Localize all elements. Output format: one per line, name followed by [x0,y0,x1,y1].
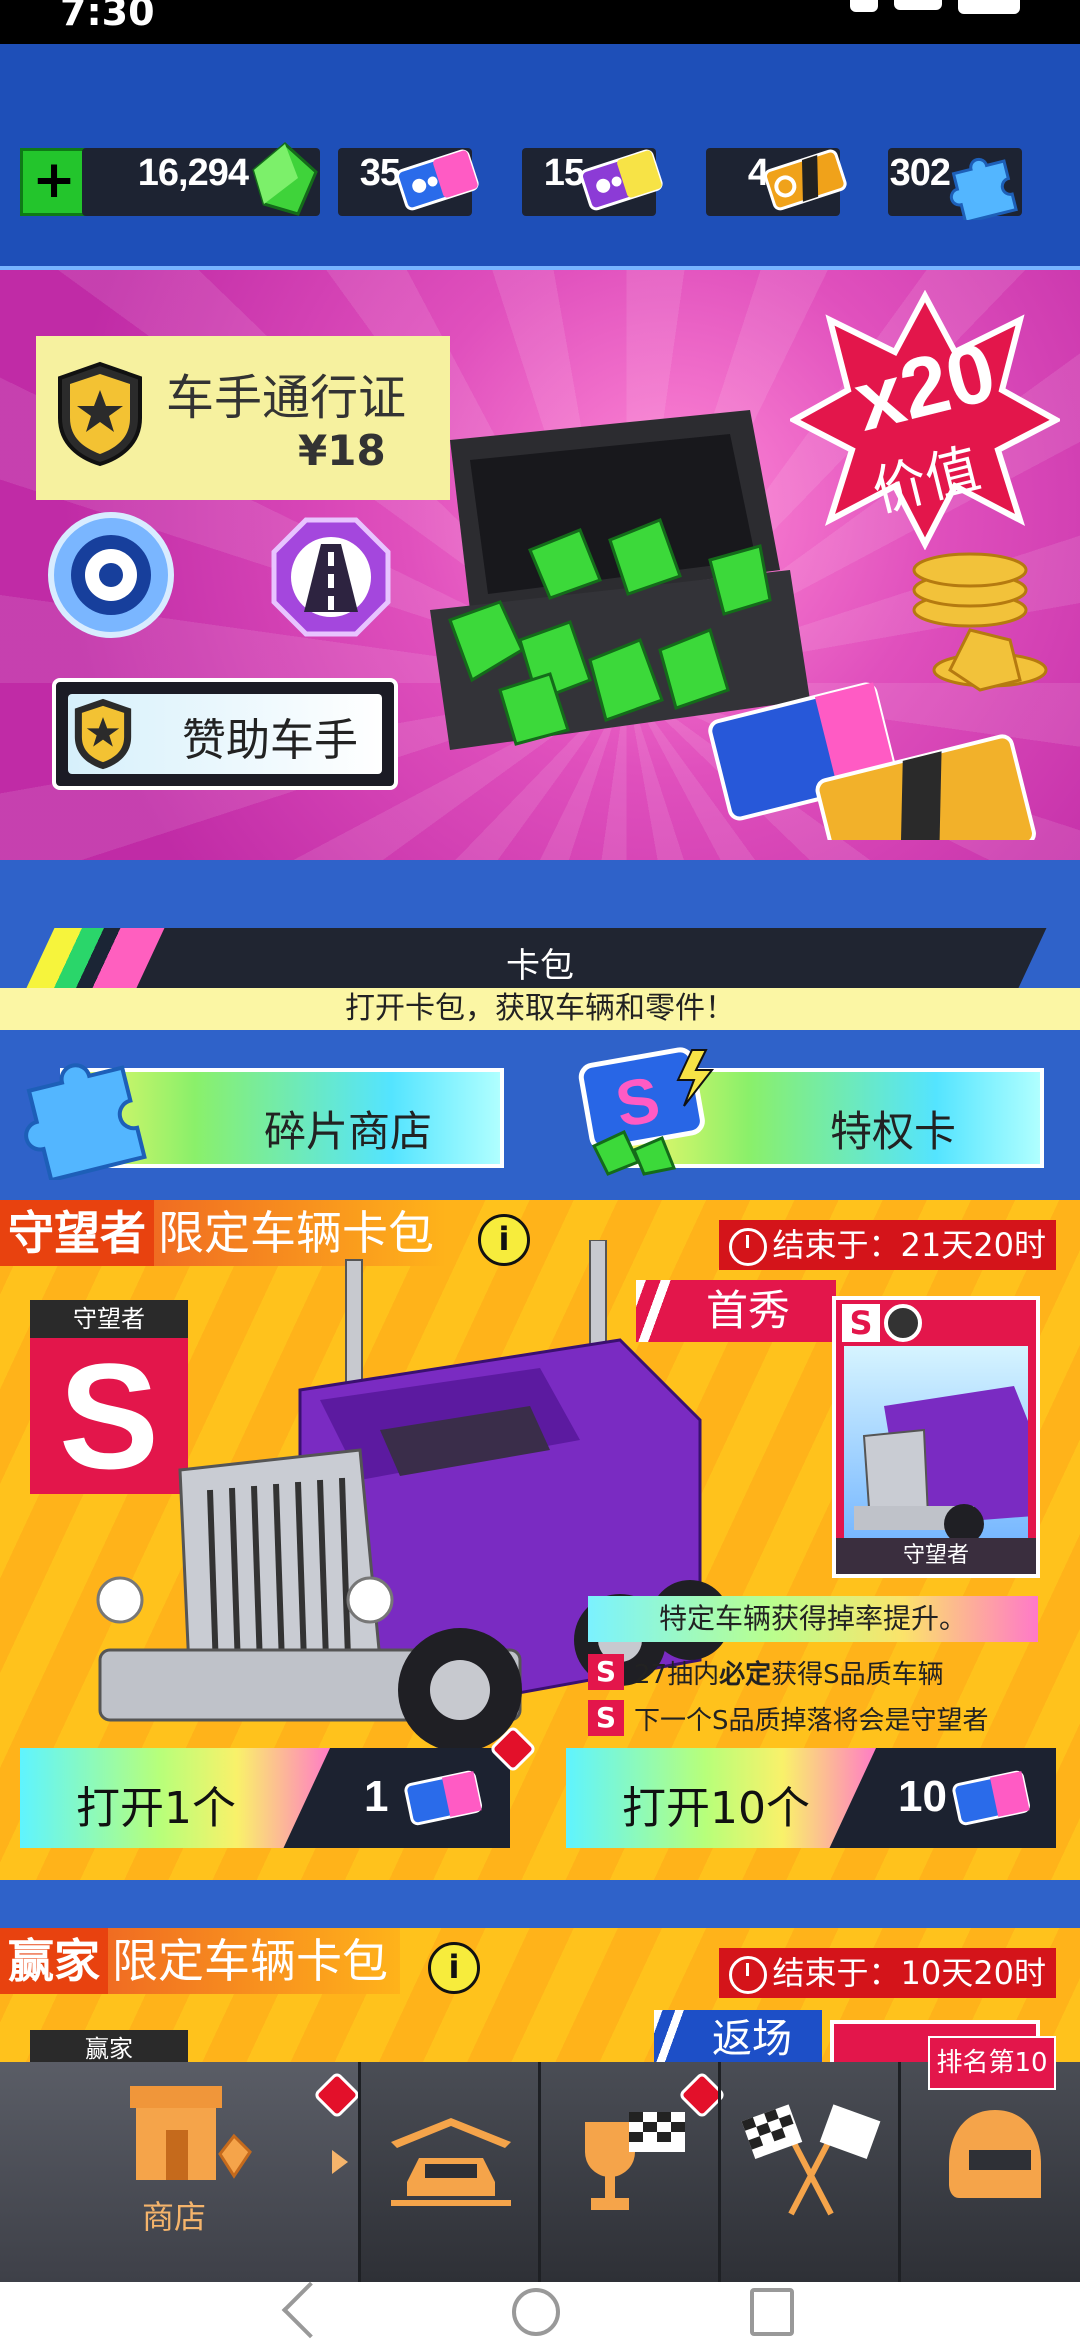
driver-pass-price: ¥18 [298,426,386,475]
home-icon[interactable] [512,2288,560,2336]
road-badge-icon [271,517,391,637]
helmet-icon [949,2110,1041,2198]
info-icon[interactable]: i [428,1942,480,1994]
status-icons [850,0,1020,14]
nav-garage[interactable] [358,2062,541,2282]
pack-watcher-timer-text: 结束于：21天20时 [772,1226,1046,1264]
blue-ticket-icon [396,149,479,211]
note1-bold: 必定 [719,1659,772,1690]
nav-profile[interactable] [898,2062,1080,2282]
puzzle-piece-large-icon [24,1063,147,1180]
driver-pass-banner[interactable]: 车手通行证 ¥18 赞助车手 x20 价值 [0,270,1080,860]
card-pack-subtitle: 打开卡包，获取车辆和零件！ [0,988,1080,1030]
debut-tag: 首秀 [636,1280,836,1342]
status-bar: 7:30 [0,0,1080,44]
purple-ticket-icon [580,149,663,211]
pack-winner-title-rest: 限定车辆卡包 [108,1928,400,1994]
shop-icon [130,2086,252,2180]
turbo-ticket-icon [764,149,847,211]
note1-prefix: 27抽内 [634,1659,720,1690]
privilege-card-icon: S [578,1047,715,1176]
tire-badge-icon [48,512,174,638]
blue-ticket-icon [404,1770,482,1826]
system-navigation-bar [0,2281,1080,2340]
driver-pass-card[interactable]: 车手通行证 ¥18 [36,336,450,500]
puzzle-amount: 302 [889,152,951,194]
mini-card-name: 守望者 [836,1538,1036,1574]
return-label: 返场 [712,2016,792,2062]
nav-events[interactable] [538,2062,727,2282]
star-shield-small-icon [74,698,132,770]
pack-winner[interactable]: 赢家 限定车辆卡包 i 结束于：10天20时 赢家 返场 [0,1928,1080,2068]
notification-dot [312,2070,362,2120]
gem-counter[interactable]: 16,294 [82,142,320,216]
value-x20-badge: x20 价值 [790,290,1060,550]
back-icon[interactable] [281,2281,339,2339]
s-rank-icon: S [588,1654,624,1690]
mini-card-rarity: S [842,1304,880,1342]
puzzle-counter[interactable]: 302 [888,148,1022,220]
pack-watcher-timer: 结束于：21天20时 [718,1220,1056,1270]
bottom-navigation: 商店 [0,2062,1080,2282]
rank-tag: 排名第10 [928,2036,1056,2090]
drop-rate-strip: 特定车辆获得掉率提升。 [588,1596,1038,1642]
driver-pass-title: 车手通行证 [166,370,407,426]
pack-winner-title: 赢家 限定车辆卡包 [0,1928,400,1994]
s-rank-icon: S [588,1700,624,1736]
purple-ticket-counter[interactable]: 15 [522,148,663,216]
battery-icon [958,0,1020,14]
garage-car-icon [391,2118,511,2206]
nav-shop-label: 商店 [142,2198,207,2236]
note2-text: 下一个S品质掉落将会是守望者 [634,1705,989,1736]
star-shield-icon [58,361,142,467]
card-pack-title: 卡包 [506,946,574,986]
note1-suffix: 获得S品质车辆 [771,1659,944,1690]
trophy-flag-icon [585,2112,685,2210]
blue-ticket-counter[interactable]: 35 [338,148,479,216]
chevron-right-icon [332,2150,348,2174]
recents-icon[interactable] [750,2288,794,2336]
open-1-button[interactable]: 打开1个 1 [20,1724,538,1848]
open-10-label: 打开10个 [622,1783,810,1834]
blue-ticket-icon [952,1770,1030,1826]
status-time: 7:30 [60,0,155,34]
nav-shop[interactable]: 商店 [0,2062,362,2282]
tire-icon [884,1304,922,1342]
return-tag: 返场 [654,2010,822,2068]
open-10-cost: 10 [898,1772,947,1821]
add-currency-button[interactable]: + [20,148,88,216]
truck-thumbnail-icon [854,1386,1028,1538]
turbo-ticket-counter[interactable]: 4 [706,148,847,216]
nav-race[interactable] [718,2062,901,2282]
clock-icon [728,1956,767,1994]
pack-winner-timer: 结束于：10天20时 [718,1948,1056,1998]
checkered-flags-icon [741,2104,881,2216]
privilege-card-label: 特权卡 [830,1107,957,1156]
next-drop-note: S 下一个S品质掉落将会是守望者 [588,1698,989,1738]
sponsor-driver-label: 赞助车手 [182,715,358,766]
gem-amount: 16,294 [137,152,249,194]
currency-bar: + 16,294 35 15 4 302 [0,44,1080,276]
pack-winner-timer-text: 结束于：10天20时 [772,1954,1046,1992]
open-1-label: 打开1个 [76,1783,236,1834]
signal-icon [894,0,942,10]
sponsor-driver-button[interactable]: 赞助车手 [52,678,398,790]
guarantee-note: S 27抽内必定获得S品质车辆 [588,1652,944,1692]
fragment-shop-label: 碎片商店 [264,1107,433,1156]
vehicle-preview-card[interactable]: S 守望者 [832,1296,1040,1578]
pack-winner-name: 赢家 [0,1928,108,1994]
open-1-cost: 1 [364,1772,389,1821]
open-10-button[interactable]: 打开10个 10 [566,1748,1056,1848]
puzzle-piece-icon [949,157,1018,220]
gem-icon [252,142,318,216]
debut-label: 首秀 [706,1286,791,1335]
mute-icon [850,0,878,12]
